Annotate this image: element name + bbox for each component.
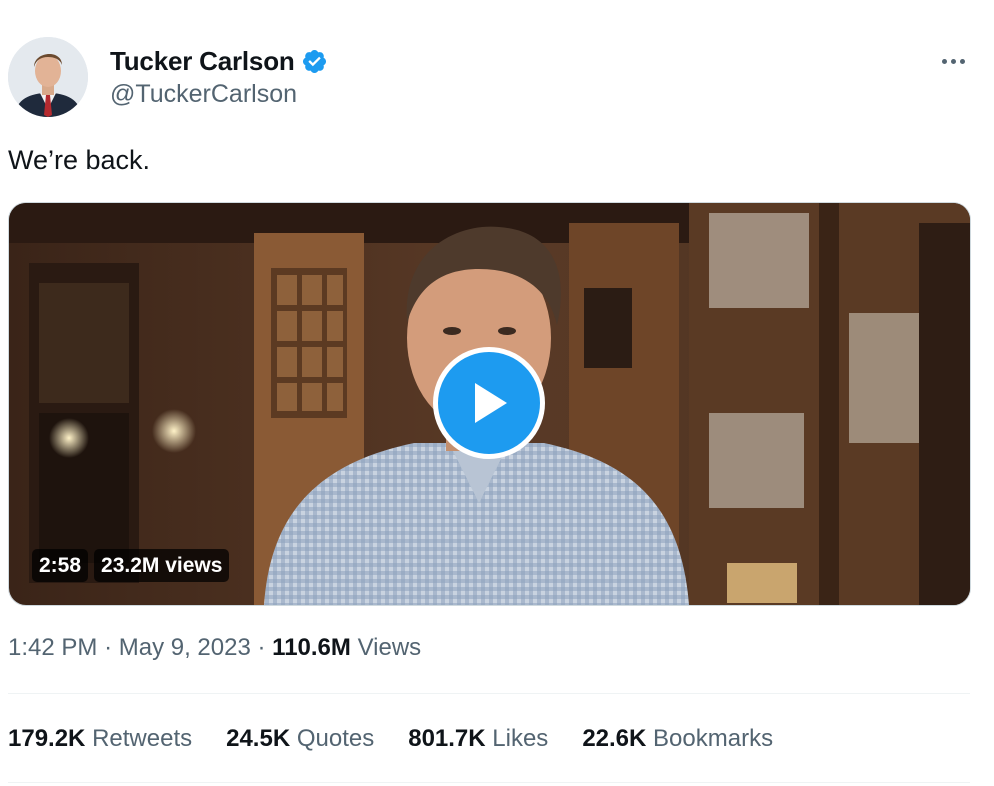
bookmarks-count: 22.6K [582, 725, 647, 752]
verified-badge-icon[interactable] [301, 48, 328, 75]
avatar-image [8, 37, 88, 117]
views-count: 110.6M [272, 634, 351, 661]
likes-stat[interactable]: 801.7K Likes [408, 725, 548, 753]
more-dot [959, 58, 965, 64]
tweet-text: We’re back. [8, 145, 151, 175]
avatar[interactable] [8, 37, 88, 117]
play-icon [475, 383, 507, 423]
video-duration-badge: 2:58 [32, 549, 89, 582]
quotes-count: 24.5K [226, 725, 291, 752]
video-badges: 2:58 23.2M views [32, 549, 230, 582]
tweet: Tucker Carlson @TuckerCarlson We’re back… [0, 0, 994, 786]
likes-count: 801.7K [408, 725, 486, 752]
tweet-meta: 1:42 PM · May 9, 2023 · 110.6M Views [8, 634, 421, 662]
quotes-label: Quotes [296, 725, 375, 752]
views-label: Views [357, 634, 422, 661]
more-dot [950, 58, 956, 64]
bookmarks-stat[interactable]: 22.6K Bookmarks [582, 725, 773, 753]
retweets-label: Retweets [92, 725, 193, 752]
video-views-badge: 23.2M views [94, 549, 230, 582]
name-row: Tucker Carlson [110, 44, 328, 78]
author-block: Tucker Carlson @TuckerCarlson [110, 44, 328, 109]
meta-separator: · [104, 634, 113, 661]
bookmarks-label: Bookmarks [653, 725, 774, 752]
retweets-stat[interactable]: 179.2K Retweets [8, 725, 192, 753]
video-player[interactable]: 2:58 23.2M views [8, 202, 971, 606]
engagement-stats: 179.2K Retweets 24.5K Quotes 801.7K Like… [8, 725, 807, 753]
quotes-stat[interactable]: 24.5K Quotes [226, 725, 374, 753]
author-display-name[interactable]: Tucker Carlson [110, 46, 295, 77]
divider [8, 782, 970, 783]
divider [8, 693, 970, 694]
more-icon[interactable] [938, 46, 968, 76]
likes-label: Likes [492, 725, 549, 752]
play-button[interactable] [433, 347, 545, 459]
tweet-time-link[interactable]: 1:42 PM [8, 634, 97, 661]
more-dot [941, 58, 947, 64]
meta-separator: · [257, 634, 266, 661]
tweet-date-link[interactable]: May 9, 2023 [119, 634, 251, 661]
retweets-count: 179.2K [8, 725, 86, 752]
author-handle[interactable]: @TuckerCarlson [110, 80, 328, 109]
